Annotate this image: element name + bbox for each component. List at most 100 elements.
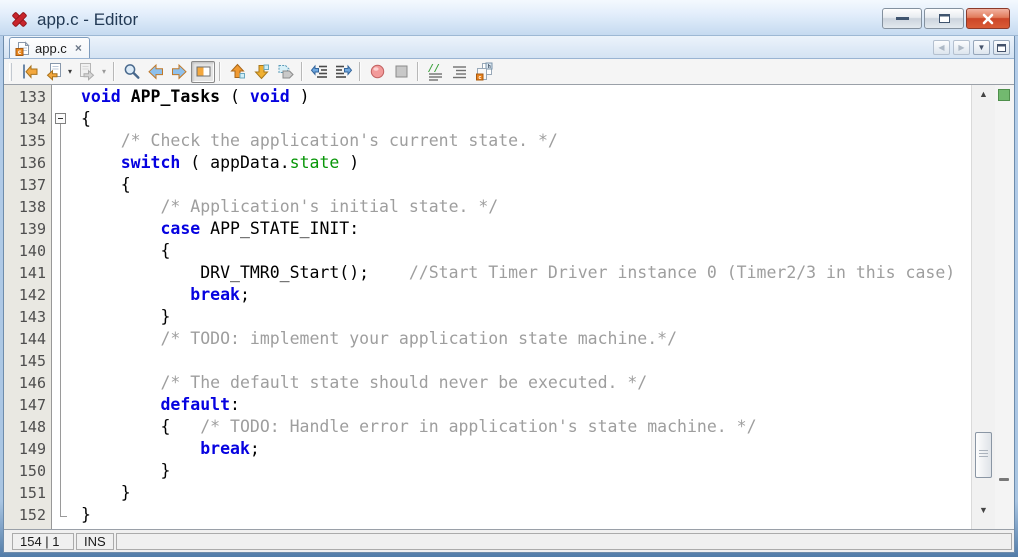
line-number[interactable]: 136 (4, 152, 52, 174)
next-bookmark-button[interactable] (249, 61, 273, 83)
stop-macro-recording-button[interactable] (389, 61, 413, 83)
fold-margin (52, 460, 80, 482)
code-text[interactable]: { (80, 108, 91, 130)
code-text[interactable]: case APP_STATE_INIT: (80, 218, 359, 240)
fold-margin (52, 306, 80, 328)
bookmark-icon (276, 62, 295, 81)
line-number[interactable]: 134 (4, 108, 52, 130)
forward-button (75, 61, 99, 83)
fold-margin (52, 482, 80, 504)
back-button[interactable] (41, 61, 65, 83)
maximize-icon (939, 14, 950, 23)
code-text[interactable]: /* Check the application's current state… (80, 130, 558, 152)
code-text[interactable]: /* TODO: implement your application stat… (80, 328, 677, 350)
code-text[interactable]: switch ( appData.state ) (80, 152, 359, 174)
code-text[interactable]: break; (80, 284, 250, 306)
code-text[interactable]: void APP_Tasks ( void ) (80, 86, 310, 108)
line-number[interactable]: 144 (4, 328, 52, 350)
code-line: 139 case APP_STATE_INIT: (4, 218, 971, 240)
line-number[interactable]: 142 (4, 284, 52, 306)
find-prev-icon (146, 62, 165, 81)
code-text[interactable]: default: (80, 394, 240, 416)
code-text[interactable]: DRV_TMR0_Start(); //Start Timer Driver i… (80, 262, 955, 284)
toggle-highlight-search-button[interactable] (191, 61, 215, 83)
find-previous-occurrence-button[interactable] (143, 61, 167, 83)
maximize-view-button[interactable] (993, 40, 1010, 55)
find-selection-button[interactable] (119, 61, 143, 83)
line-number[interactable]: 135 (4, 130, 52, 152)
scrollbar-thumb[interactable] (975, 432, 992, 478)
line-number[interactable]: 143 (4, 306, 52, 328)
forward-dropdown-caret-icon[interactable]: ▾ (99, 61, 109, 83)
scroll-down-arrow-icon[interactable]: ▼ (972, 505, 995, 515)
tab-strip-buttons: ◀ ▶ ▼ (933, 40, 1010, 55)
code-lines: 133 void APP_Tasks ( void ) 134 {135 /* Che… (4, 85, 971, 526)
uncomment-icon (450, 62, 469, 81)
tab-close-icon[interactable]: × (75, 41, 82, 55)
svg-text:c: c (478, 75, 481, 81)
line-number[interactable]: 149 (4, 438, 52, 460)
close-icon (981, 13, 995, 25)
code-text[interactable]: /* The default state should never be exe… (80, 372, 647, 394)
comment-button[interactable]: // (423, 61, 447, 83)
shift-line-right-button[interactable] (331, 61, 355, 83)
line-number[interactable]: 150 (4, 460, 52, 482)
code-line: 150 } (4, 460, 971, 482)
uncomment-button[interactable] (447, 61, 471, 83)
editor-toolbar: ▾ ▾ // hc (4, 59, 1014, 85)
code-text[interactable]: { (80, 240, 170, 262)
previous-bookmark-button[interactable] (225, 61, 249, 83)
code-text[interactable]: { /* TODO: Handle error in application's… (80, 416, 757, 438)
line-number[interactable]: 147 (4, 394, 52, 416)
line-number[interactable]: 151 (4, 482, 52, 504)
toolbar-grip[interactable] (9, 63, 12, 81)
fold-toggle[interactable] (52, 108, 80, 130)
code-text[interactable]: } (80, 306, 170, 328)
line-number[interactable]: 140 (4, 240, 52, 262)
line-number[interactable]: 148 (4, 416, 52, 438)
code-line: 146 /* The default state should never be… (4, 372, 971, 394)
code-text[interactable]: } (80, 504, 91, 526)
code-text[interactable]: { (80, 174, 131, 196)
code-text[interactable]: break; (80, 438, 260, 460)
scroll-up-arrow-icon[interactable]: ▲ (972, 89, 995, 99)
code-text[interactable]: /* Application's initial state. */ (80, 196, 498, 218)
line-number[interactable]: 139 (4, 218, 52, 240)
line-number[interactable]: 146 (4, 372, 52, 394)
back-dropdown-caret-icon[interactable]: ▾ (65, 61, 75, 83)
line-number[interactable]: 141 (4, 262, 52, 284)
code-line: 133 void APP_Tasks ( void ) (4, 86, 971, 108)
tab-list-dropdown-button[interactable]: ▼ (973, 40, 990, 55)
minimize-button[interactable] (882, 8, 922, 29)
maximize-button[interactable] (924, 8, 964, 29)
close-button[interactable] (966, 8, 1010, 29)
collapse-fold-icon[interactable] (55, 113, 66, 124)
vertical-scrollbar[interactable]: ▲ ▼ (971, 85, 995, 529)
title-bar[interactable]: app.c - Editor (0, 0, 1018, 36)
code-text[interactable]: } (80, 482, 131, 504)
line-number[interactable]: 145 (4, 350, 52, 372)
toggle-bookmark-button[interactable] (273, 61, 297, 83)
caret-position-marker[interactable] (999, 478, 1009, 481)
line-number[interactable]: 137 (4, 174, 52, 196)
code-area[interactable]: 133 void APP_Tasks ( void ) 134 {135 /* Che… (4, 85, 971, 529)
scroll-tabs-right-button[interactable]: ▶ (953, 40, 970, 55)
find-next-occurrence-button[interactable] (167, 61, 191, 83)
line-number[interactable]: 133 (4, 86, 52, 108)
start-macro-recording-button[interactable] (365, 61, 389, 83)
scroll-tabs-left-button[interactable]: ◀ (933, 40, 950, 55)
line-number[interactable]: 152 (4, 504, 52, 526)
fold-margin (52, 504, 80, 526)
fold-margin (52, 152, 80, 174)
fold-margin (52, 218, 80, 240)
fold-margin (52, 416, 80, 438)
shift-line-left-button[interactable] (307, 61, 331, 83)
toolbar-separator (113, 62, 115, 81)
code-text[interactable]: } (80, 460, 170, 482)
toggle-header-source-button[interactable]: hc (471, 61, 495, 83)
last-edit-location-button[interactable] (17, 61, 41, 83)
insert-mode-indicator[interactable]: INS (76, 533, 114, 550)
line-number[interactable]: 138 (4, 196, 52, 218)
tab-app-c[interactable]: c app.c × (9, 37, 90, 58)
code-text[interactable] (80, 350, 81, 372)
